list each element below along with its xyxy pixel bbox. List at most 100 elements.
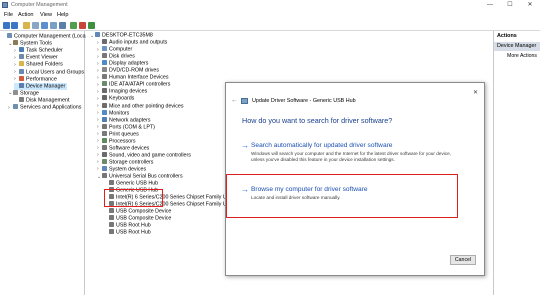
device-icon (109, 208, 114, 214)
device-tree-item[interactable]: USB Root Hub (104, 229, 151, 236)
nav-item[interactable]: › Performance (14, 75, 57, 83)
nav-item[interactable]: Device Manager (14, 82, 68, 90)
device-icon (102, 39, 107, 45)
actions-device-manager[interactable]: Device Manager (494, 42, 540, 51)
dialog-close-icon[interactable]: ✕ (473, 89, 478, 96)
nav-item[interactable]: › Services and Applications (8, 104, 81, 111)
device-label: Universal Serial Bus controllers (109, 173, 183, 180)
tree-node-icon (13, 104, 18, 109)
nav-item-label: Shared Folders (26, 61, 63, 68)
uninstall-icon[interactable] (79, 22, 86, 29)
dialog-question: How do you want to search for driver sof… (242, 116, 393, 125)
nav-item-label: Device Manager (26, 83, 66, 90)
monitor-icon[interactable] (59, 22, 66, 29)
forward-arrow-icon[interactable] (11, 22, 18, 29)
back-arrow-icon[interactable]: ← (231, 97, 238, 104)
toolbar (0, 20, 540, 31)
menu-action[interactable]: Action (18, 12, 34, 18)
nav-item[interactable]: ⌄ System Tools (8, 40, 52, 47)
more-actions-link[interactable]: More Actions (507, 53, 537, 59)
device-icon (102, 123, 107, 129)
tree-node-icon (19, 61, 24, 67)
device-icon (102, 102, 107, 108)
device-label: Imaging devices (109, 88, 148, 95)
nav-item[interactable]: Disk Management (14, 96, 70, 104)
device-icon (102, 173, 107, 178)
menu-help[interactable]: Help (57, 12, 69, 18)
nav-item[interactable]: › Task Scheduler (14, 47, 63, 54)
option-description: Windows will search your computer and th… (251, 151, 452, 162)
device-label: USB Composite Device (116, 215, 172, 222)
maximize-button[interactable]: ☐ (500, 0, 520, 10)
tree-node-icon (19, 82, 24, 88)
tree-node-icon (7, 33, 12, 38)
device-label: Display adapters (109, 60, 149, 67)
device-icon (102, 158, 107, 164)
tree-node-icon (19, 54, 24, 60)
device-label: Disk drives (109, 53, 135, 60)
nav-item[interactable]: › Local Users and Groups (14, 68, 85, 76)
device-label: Processors (109, 138, 136, 145)
dialog-title: Update Driver Software - Generic USB Hub (252, 98, 356, 104)
tree-node-icon (19, 47, 24, 53)
scan-hardware-icon[interactable] (88, 22, 95, 29)
option-title: Search automatically for updated driver … (251, 142, 393, 149)
device-icon (102, 60, 107, 66)
device-icon (109, 229, 114, 235)
properties-icon[interactable] (50, 22, 57, 29)
device-label: Generic USB Hub (116, 180, 159, 187)
device-icon (102, 116, 107, 122)
nav-item[interactable]: Computer Management (Local (2, 33, 87, 40)
nav-item-label: System Tools (20, 40, 52, 47)
device-icon (241, 98, 248, 104)
nav-item-label: Performance (26, 76, 57, 83)
device-label: Audio inputs and outputs (109, 39, 168, 46)
device-label: Sound, video and game controllers (109, 152, 191, 159)
up-folder-icon[interactable] (23, 22, 30, 29)
device-label: Ports (COM & LPT) (109, 124, 155, 131)
tree-node-icon (19, 75, 24, 81)
navigation-tree: Computer Management (Local ⌄ System Tools ›… (0, 31, 87, 295)
update-driver-icon[interactable] (70, 22, 77, 29)
device-label: IDE ATA/ATAPI controllers (109, 81, 171, 88)
device-label: Storage controllers (109, 159, 154, 166)
arrow-right-icon: → (241, 141, 249, 150)
device-label: Computer (109, 46, 133, 53)
nav-item[interactable]: › Shared Folders (14, 61, 63, 68)
title-bar: Computer Management — ☐ ✕ (0, 0, 540, 10)
search-automatically-option[interactable]: → Search automatically for updated drive… (236, 141, 469, 171)
device-label: System devices (109, 166, 147, 173)
actions-pane: Actions Device Manager More Actions (493, 31, 540, 295)
tree-node-icon (19, 96, 24, 102)
device-icon (102, 67, 107, 73)
computer-management-icon (2, 2, 8, 8)
nav-item-label: Services and Applications (20, 104, 82, 111)
cancel-button[interactable]: Cancel (450, 255, 476, 265)
close-button[interactable]: ✕ (520, 0, 540, 10)
device-icon (102, 74, 107, 80)
nav-item[interactable]: › Event Viewer (14, 54, 58, 61)
device-label: DESKTOP-ETC35M8 (102, 32, 153, 39)
device-icon (102, 109, 107, 115)
device-label: Print queues (109, 131, 139, 138)
menu-view[interactable]: View (40, 12, 52, 18)
device-icon (95, 32, 100, 37)
tree-node-icon (13, 89, 18, 95)
nav-item-label: Disk Management (26, 97, 70, 104)
device-icon (102, 144, 107, 150)
device-icon (102, 151, 107, 157)
nav-item[interactable]: ⌄ Storage (8, 89, 39, 97)
device-icon (109, 180, 114, 186)
menu-file[interactable]: File (4, 12, 13, 18)
tree-node-icon (19, 68, 24, 74)
nav-item-label: Local Users and Groups (26, 69, 85, 75)
nav-item-label: Storage (20, 90, 39, 97)
back-arrow-icon[interactable] (3, 22, 10, 29)
show-hide-tree-icon[interactable] (32, 22, 39, 29)
tree-node-icon (13, 40, 18, 46)
highlight-browse-option (226, 174, 458, 218)
highlight-generic-usb-hubs (104, 189, 163, 207)
minimize-button[interactable]: — (480, 0, 500, 10)
device-label: Mice and other pointing devices (109, 103, 184, 109)
help-icon[interactable] (41, 22, 48, 29)
